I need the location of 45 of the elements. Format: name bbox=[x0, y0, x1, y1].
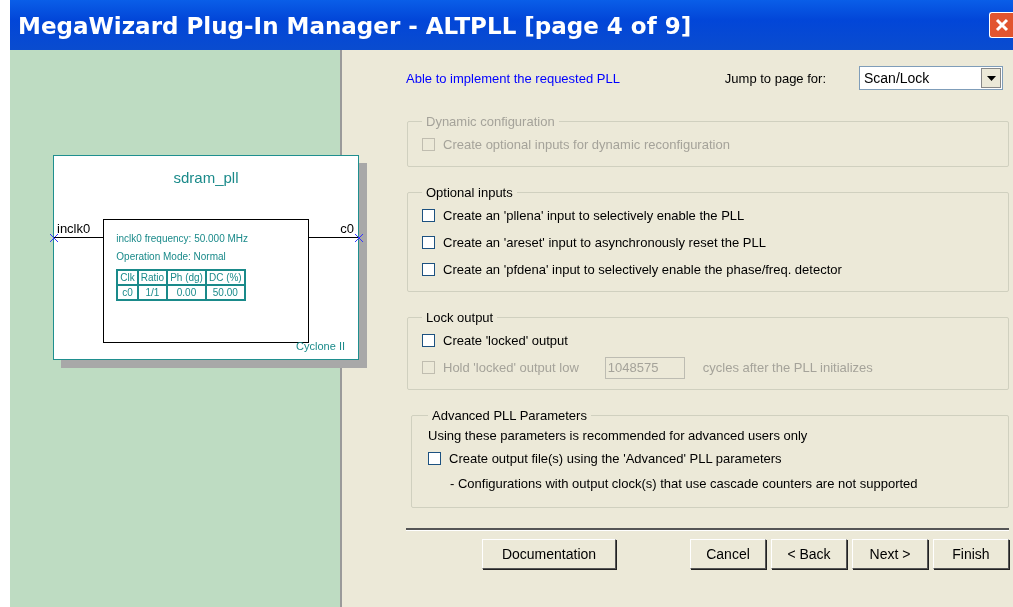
group-title: Advanced PLL Parameters bbox=[431, 408, 588, 423]
checkbox[interactable] bbox=[422, 263, 435, 276]
group-title: Lock output bbox=[425, 310, 495, 325]
checkbox[interactable] bbox=[422, 236, 435, 249]
checkbox[interactable] bbox=[428, 452, 441, 465]
port-label: c0 bbox=[340, 221, 354, 236]
table-cell: 1/1 bbox=[137, 285, 168, 300]
window-title: MegaWizard Plug-In Manager - ALTPLL [page 4 of 9] bbox=[18, 12, 692, 39]
wizard-button[interactable]: Cancel bbox=[690, 539, 766, 569]
wizard-button[interactable]: Finish bbox=[933, 539, 1009, 569]
info-text: inclk0 frequency: 50.000 MHz bbox=[116, 233, 250, 244]
checkbox-label: Create an 'pllena' input to selectively enable the PLL bbox=[443, 208, 745, 223]
port-label: inclk0 bbox=[57, 221, 91, 236]
device-label: Cyclone II bbox=[295, 340, 346, 352]
note-text: - Configurations with output clock(s) that use cascade counters are not supported bbox=[450, 475, 918, 491]
pin-cross-icon bbox=[49, 233, 59, 243]
checkbox-label: Create an 'areset' input to asynchronously reset the PLL bbox=[443, 235, 766, 250]
group-title: Optional inputs bbox=[425, 185, 514, 200]
info-text: Operation Mode: Normal bbox=[116, 251, 227, 262]
wizard-button[interactable]: Next > bbox=[852, 539, 928, 569]
table-cell: 50.00 bbox=[205, 285, 245, 300]
checkbox[interactable] bbox=[422, 334, 435, 347]
table-header-cell: Ph (dg) bbox=[167, 270, 206, 285]
info-text: Using these parameters is recommended for advanced users only bbox=[428, 427, 808, 443]
checkbox-label: Create output file(s) using the 'Advanced' PLL parameters bbox=[449, 451, 782, 466]
documentation-button[interactable]: Documentation bbox=[482, 539, 616, 569]
checkbox-label: Create an 'pfdena' input to selectively enable the phase/freq. detector bbox=[443, 262, 842, 277]
jump-label: Jump to page for: bbox=[724, 70, 826, 86]
status-text: Able to implement the requested PLL bbox=[406, 70, 620, 86]
table-header-cell: Clk bbox=[117, 270, 138, 285]
close-button[interactable] bbox=[989, 12, 1013, 38]
table-header-cell: Ratio bbox=[137, 270, 168, 285]
wizard-button[interactable]: < Back bbox=[771, 539, 847, 569]
pin-cross-icon bbox=[354, 233, 364, 243]
table-cell: 0.00 bbox=[167, 285, 206, 300]
checkbox-label: Create 'locked' output bbox=[443, 333, 568, 348]
block-name: sdram_pll bbox=[172, 169, 240, 188]
checkbox-label: Create optional inputs for dynamic reconfiguration bbox=[443, 137, 730, 152]
checkbox-label: Hold 'locked' output low bbox=[443, 360, 579, 375]
suffix-text: cycles after the PLL initializes bbox=[702, 360, 873, 375]
table-header-cell: DC (%) bbox=[205, 270, 245, 285]
checkbox[interactable] bbox=[422, 209, 435, 222]
table-cell: c0 bbox=[117, 285, 138, 300]
group-title: Dynamic configuration bbox=[425, 114, 556, 129]
page-dropdown[interactable]: Scan/Lock bbox=[859, 66, 1003, 90]
